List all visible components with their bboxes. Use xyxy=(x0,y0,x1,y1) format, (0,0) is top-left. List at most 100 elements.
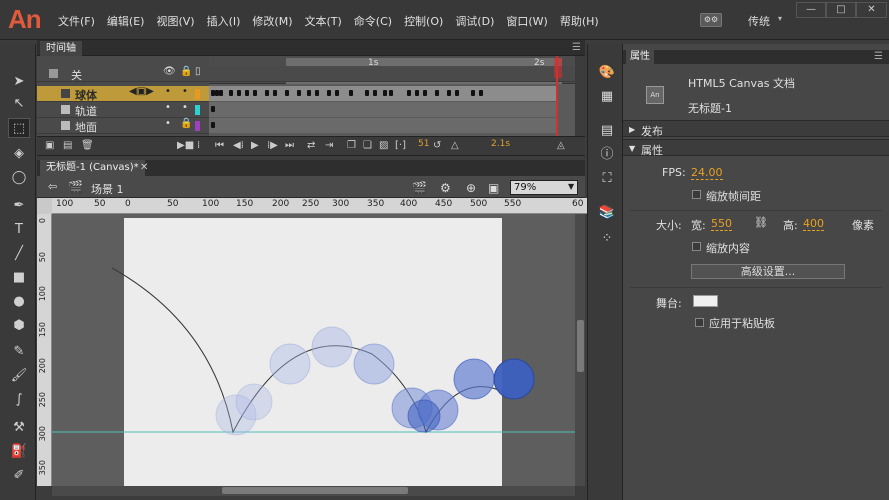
playhead[interactable] xyxy=(556,56,562,136)
zoom-timeline-icon[interactable]: ◬ xyxy=(557,140,565,151)
keyframe[interactable] xyxy=(335,90,339,96)
visibility-dot[interactable]: • xyxy=(165,86,171,97)
sync-settings-icon[interactable]: ⚙⚙ xyxy=(700,13,722,27)
keyframe[interactable] xyxy=(327,90,331,96)
keyframe[interactable] xyxy=(479,90,483,96)
layer-ball[interactable]: 球体 ◀▣▶ • • xyxy=(37,86,209,102)
next-frame-icon[interactable]: ⁞▶ xyxy=(267,140,278,151)
publish-section[interactable]: ▶ 发布 xyxy=(623,120,889,138)
paint-bucket-tool-icon[interactable]: ⛽ xyxy=(8,442,30,462)
menu-control[interactable]: 控制(O) xyxy=(398,13,449,29)
keyframe[interactable] xyxy=(407,90,411,96)
keyframe[interactable] xyxy=(245,90,249,96)
ball[interactable] xyxy=(493,358,535,400)
visibility-dot[interactable]: • xyxy=(165,118,171,129)
menu-view[interactable]: 视图(V) xyxy=(150,13,200,29)
bone-tool-icon[interactable]: ⚒ xyxy=(8,418,30,438)
tab-timeline[interactable]: 时间轴 xyxy=(40,41,82,56)
keyframe[interactable] xyxy=(447,90,451,96)
free-transform-tool-icon[interactable]: ⬚ xyxy=(8,118,30,138)
keyframe[interactable] xyxy=(315,90,319,96)
scale-content-checkbox[interactable] xyxy=(692,242,701,251)
lock-dot[interactable]: • xyxy=(182,102,188,113)
keyframe[interactable] xyxy=(389,90,393,96)
stage-color-swatch[interactable] xyxy=(693,295,718,307)
brush-tool-icon[interactable]: 🖌 xyxy=(8,366,30,386)
outline-icon[interactable]: ▯ xyxy=(195,66,201,77)
layer-name[interactable]: 球体 xyxy=(75,87,97,103)
horizontal-ruler[interactable]: 100 50 0 50 100 150 200 250 300 350 400 … xyxy=(52,198,587,214)
subselection-tool-icon[interactable]: ↖ xyxy=(8,94,30,114)
menu-file[interactable]: 文件(F) xyxy=(52,13,101,29)
panel-menu-icon[interactable]: ☰ xyxy=(874,51,883,62)
swatches-icon[interactable]: ▦ xyxy=(598,88,616,106)
workspace-selector[interactable]: 传统 xyxy=(748,13,770,29)
keyframe[interactable] xyxy=(211,106,215,112)
polystar-tool-icon[interactable]: ⬢ xyxy=(8,316,30,336)
keyframe[interactable] xyxy=(435,90,439,96)
3d-rotation-tool-icon[interactable]: ◈ xyxy=(8,144,30,164)
vertical-scroll-thumb[interactable] xyxy=(577,320,584,372)
rectangle-tool-icon[interactable]: ■ xyxy=(8,268,30,288)
pencil-tool-icon[interactable]: ✎ xyxy=(8,342,30,362)
minimize-button[interactable]: — xyxy=(796,2,826,18)
stage-artwork[interactable] xyxy=(52,214,575,486)
visibility-dot[interactable]: • xyxy=(165,102,171,113)
frames-ground[interactable] xyxy=(209,118,557,133)
lock-icon[interactable]: 🔒 xyxy=(180,118,192,129)
elapsed-time[interactable]: 2.1s xyxy=(491,139,510,149)
advanced-settings-button[interactable]: 高级设置... xyxy=(691,264,845,279)
keyframe[interactable] xyxy=(423,90,427,96)
keyframe[interactable] xyxy=(373,90,377,96)
frames-track[interactable] xyxy=(209,102,557,117)
keyframe[interactable] xyxy=(365,90,369,96)
keyframe[interactable] xyxy=(211,122,215,128)
oval-tool-icon[interactable]: ● xyxy=(8,292,30,312)
layer-name[interactable]: 轨道 xyxy=(75,103,97,119)
transform-icon[interactable]: ⛶ xyxy=(598,170,616,188)
onion-markers-icon[interactable]: [·] xyxy=(395,140,406,151)
keyframe[interactable] xyxy=(253,90,257,96)
apply-pasteboard-checkbox[interactable] xyxy=(695,318,704,327)
camera-icon[interactable]: ▶■ xyxy=(177,140,194,151)
center-stage-icon[interactable]: ⊕ xyxy=(466,181,476,195)
loop-icon[interactable]: ⇄ xyxy=(307,140,315,151)
chevron-down-icon[interactable]: ▾ xyxy=(778,14,782,23)
pasteboard[interactable] xyxy=(52,214,575,486)
eye-icon[interactable]: 👁 xyxy=(163,66,176,77)
width-value[interactable]: 550 xyxy=(711,217,732,231)
new-folder-icon[interactable]: ▤ xyxy=(63,140,72,151)
prev-frame-icon[interactable]: ◀⁞ xyxy=(233,140,244,151)
center-frame-icon[interactable]: ⇥ xyxy=(325,140,333,151)
menu-help[interactable]: 帮助(H) xyxy=(554,13,605,29)
current-frame[interactable]: 51 xyxy=(418,139,429,149)
close-button[interactable]: ✕ xyxy=(856,2,887,18)
color-palette-icon[interactable]: 🎨 xyxy=(598,64,616,82)
height-value[interactable]: 400 xyxy=(803,217,824,231)
keyframe[interactable] xyxy=(219,90,223,96)
info-icon[interactable]: ⓘ xyxy=(598,146,616,164)
menu-text[interactable]: 文本(T) xyxy=(298,13,347,29)
menu-debug[interactable]: 调试(D) xyxy=(449,13,500,29)
play-icon[interactable]: ▶ xyxy=(251,140,259,151)
lock-dot[interactable]: • xyxy=(182,86,188,97)
edit-symbol-icon[interactable]: ⚙ xyxy=(440,181,451,195)
keyframe[interactable] xyxy=(349,90,353,96)
close-icon[interactable]: ✕ xyxy=(140,160,148,176)
reset-icon[interactable]: ↺ xyxy=(433,140,441,151)
keyframe[interactable] xyxy=(455,90,459,96)
scale-spacing-checkbox[interactable] xyxy=(692,190,701,199)
first-frame-icon[interactable]: ⏮ xyxy=(215,140,224,151)
menu-commands[interactable]: 命令(C) xyxy=(348,13,398,29)
keyframe[interactable] xyxy=(273,90,277,96)
layer-color-swatch[interactable] xyxy=(195,89,200,99)
keyframe[interactable] xyxy=(471,90,475,96)
new-layer-icon[interactable]: ▣ xyxy=(45,140,54,151)
fps-value[interactable]: 24.00 xyxy=(691,166,723,180)
edit-multiple-icon[interactable]: ▨ xyxy=(379,140,388,151)
eyedropper-tool-icon[interactable]: ✐ xyxy=(8,466,30,486)
menu-modify[interactable]: 修改(M) xyxy=(246,13,298,29)
properties-section[interactable]: ▼ 属性 xyxy=(623,139,889,157)
clip-content-icon[interactable]: ▣ xyxy=(488,181,499,195)
keyframe[interactable] xyxy=(237,90,241,96)
